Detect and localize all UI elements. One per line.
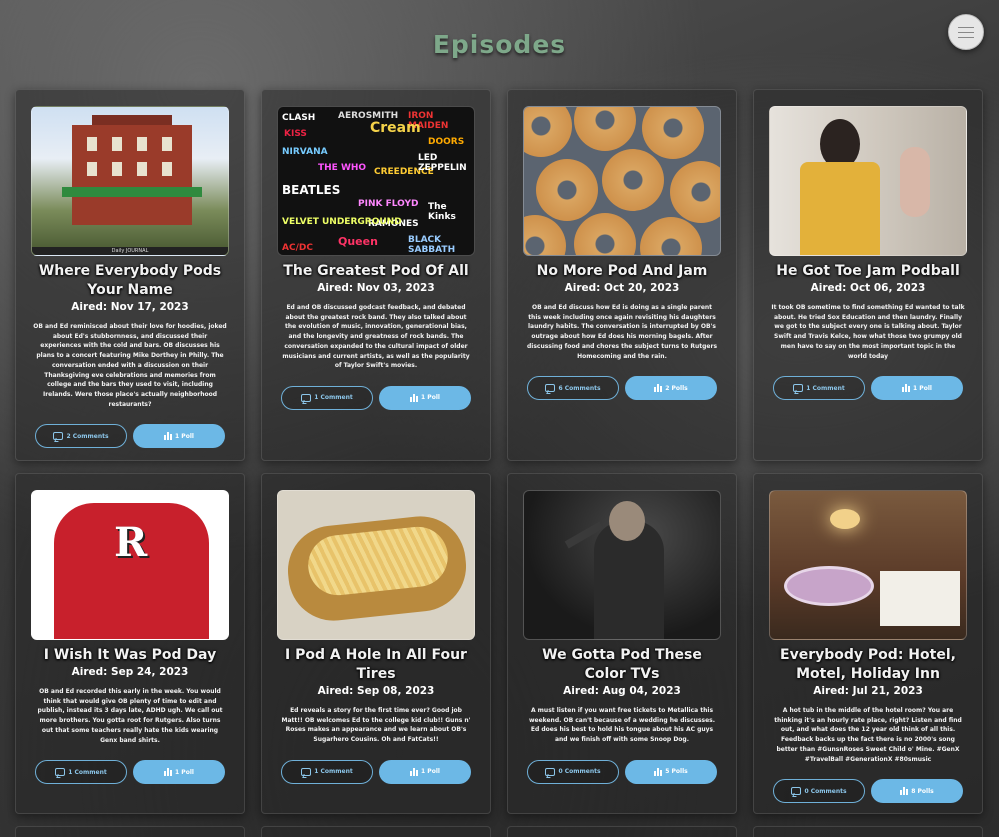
- polls-button[interactable]: 8 Polls: [871, 779, 963, 804]
- comment-bubble-icon: [53, 432, 64, 441]
- episode-description: It took OB sometime to find something Ed…: [771, 304, 965, 360]
- aired-date: Aired: Oct 06, 2023: [810, 282, 926, 294]
- episode-card[interactable]: [753, 826, 983, 837]
- comments-button[interactable]: 0 Comments: [773, 779, 865, 804]
- episode-description: Ed reveals a story for the first time ev…: [281, 707, 471, 744]
- episode-card[interactable]: [261, 826, 491, 837]
- comment-bubble-icon: [545, 384, 556, 393]
- episode-title[interactable]: He Got Toe Jam Podball: [769, 262, 967, 281]
- episode-thumbnail[interactable]: Daily JOURNAL: [31, 106, 229, 256]
- episode-card[interactable]: Everybody Pod: Hotel, Motel, Holiday Inn…: [753, 473, 983, 814]
- comment-bubble-icon: [55, 768, 66, 777]
- image-caption: Daily JOURNAL: [32, 247, 228, 255]
- episode-thumbnail[interactable]: R: [31, 490, 229, 640]
- episode-thumbnail[interactable]: [769, 106, 967, 256]
- polls-button[interactable]: 1 Poll: [379, 385, 471, 410]
- polls-button[interactable]: 1 Poll: [379, 759, 471, 784]
- next-row-cards: [15, 826, 983, 837]
- comments-button[interactable]: 1 Comment: [35, 760, 127, 785]
- comments-button[interactable]: 6 Comments: [527, 376, 619, 401]
- bar-chart-icon: [900, 787, 909, 796]
- polls-button[interactable]: 5 Polls: [625, 759, 717, 784]
- episode-title[interactable]: No More Pod And Jam: [523, 262, 721, 281]
- episode-grid: Daily JOURNAL Where Everybody Pods Your …: [15, 89, 983, 814]
- episode-title[interactable]: Everybody Pod: Hotel, Motel, Holiday Inn: [769, 646, 967, 684]
- page-title: Episodes: [432, 30, 567, 59]
- episode-title[interactable]: Where Everybody Pods Your Name: [31, 262, 229, 300]
- aired-date: Aired: Sep 24, 2023: [71, 666, 189, 678]
- aired-date: Aired: Jul 21, 2023: [813, 685, 923, 697]
- episode-thumbnail[interactable]: [523, 490, 721, 640]
- episode-card[interactable]: [15, 826, 245, 837]
- episode-card[interactable]: He Got Toe Jam Podball Aired: Oct 06, 20…: [753, 89, 983, 461]
- comments-button[interactable]: 1 Comment: [773, 376, 865, 401]
- bar-chart-icon: [164, 768, 173, 777]
- polls-button[interactable]: 1 Poll: [133, 760, 225, 785]
- episode-card[interactable]: We Gotta Pod These Color TVs Aired: Aug …: [507, 473, 737, 814]
- bar-chart-icon: [654, 767, 663, 776]
- comments-button[interactable]: 0 Comments: [527, 759, 619, 784]
- episode-title[interactable]: We Gotta Pod These Color TVs: [523, 646, 721, 684]
- aired-date: Aired: Nov 03, 2023: [317, 282, 435, 294]
- aired-date: Aired: Aug 04, 2023: [563, 685, 681, 697]
- episode-description: A hot tub in the middle of the hotel roo…: [774, 707, 962, 763]
- episode-card[interactable]: Daily JOURNAL Where Everybody Pods Your …: [15, 89, 245, 461]
- hamburger-menu-icon[interactable]: [948, 14, 984, 50]
- rutgers-r-logo: R: [114, 519, 148, 566]
- comment-bubble-icon: [793, 384, 804, 393]
- episode-description: OB and Ed reminisced about their love fo…: [33, 323, 227, 408]
- comment-bubble-icon: [301, 393, 312, 402]
- polls-button[interactable]: 2 Polls: [625, 376, 717, 401]
- aired-date: Aired: Oct 20, 2023: [564, 282, 680, 294]
- episode-description: OB and Ed discuss how Ed is doing as a s…: [526, 304, 718, 360]
- episode-thumbnail[interactable]: CLASH AEROSMITH IRON MAIDEN KISS Cream N…: [277, 106, 475, 256]
- episode-card[interactable]: No More Pod And Jam Aired: Oct 20, 2023 …: [507, 89, 737, 461]
- episode-card[interactable]: R I Wish It Was Pod Day Aired: Sep 24, 2…: [15, 473, 245, 814]
- comments-button[interactable]: 1 Comment: [281, 385, 373, 410]
- episode-thumbnail[interactable]: [523, 106, 721, 256]
- episode-card[interactable]: CLASH AEROSMITH IRON MAIDEN KISS Cream N…: [261, 89, 491, 461]
- episode-description: A must listen if you want free tickets t…: [528, 707, 716, 744]
- aired-date: Aired: Nov 17, 2023: [71, 301, 189, 313]
- comment-bubble-icon: [545, 767, 556, 776]
- bar-chart-icon: [164, 432, 173, 441]
- bar-chart-icon: [410, 767, 419, 776]
- episode-title[interactable]: I Wish It Was Pod Day: [31, 646, 229, 665]
- polls-button[interactable]: 1 Poll: [871, 376, 963, 401]
- episode-title[interactable]: The Greatest Pod Of All: [277, 262, 475, 281]
- polls-button[interactable]: 1 Poll: [133, 424, 225, 449]
- bar-chart-icon: [902, 384, 911, 393]
- bar-chart-icon: [654, 384, 663, 393]
- comment-bubble-icon: [791, 787, 802, 796]
- comments-button[interactable]: 2 Comments: [35, 424, 127, 449]
- comments-button[interactable]: 1 Comment: [281, 759, 373, 784]
- aired-date: Aired: Sep 08, 2023: [317, 685, 435, 697]
- episode-description: OB and Ed recorded this early in the wee…: [37, 688, 223, 744]
- episode-thumbnail[interactable]: [277, 490, 475, 640]
- bar-chart-icon: [410, 393, 419, 402]
- episode-thumbnail[interactable]: [769, 490, 967, 640]
- comment-bubble-icon: [301, 767, 312, 776]
- episode-title[interactable]: I Pod A Hole In All Four Tires: [277, 646, 475, 684]
- episode-description: Ed and OB discussed godcast feedback, an…: [282, 304, 470, 370]
- episode-card[interactable]: [507, 826, 737, 837]
- episode-card[interactable]: I Pod A Hole In All Four Tires Aired: Se…: [261, 473, 491, 814]
